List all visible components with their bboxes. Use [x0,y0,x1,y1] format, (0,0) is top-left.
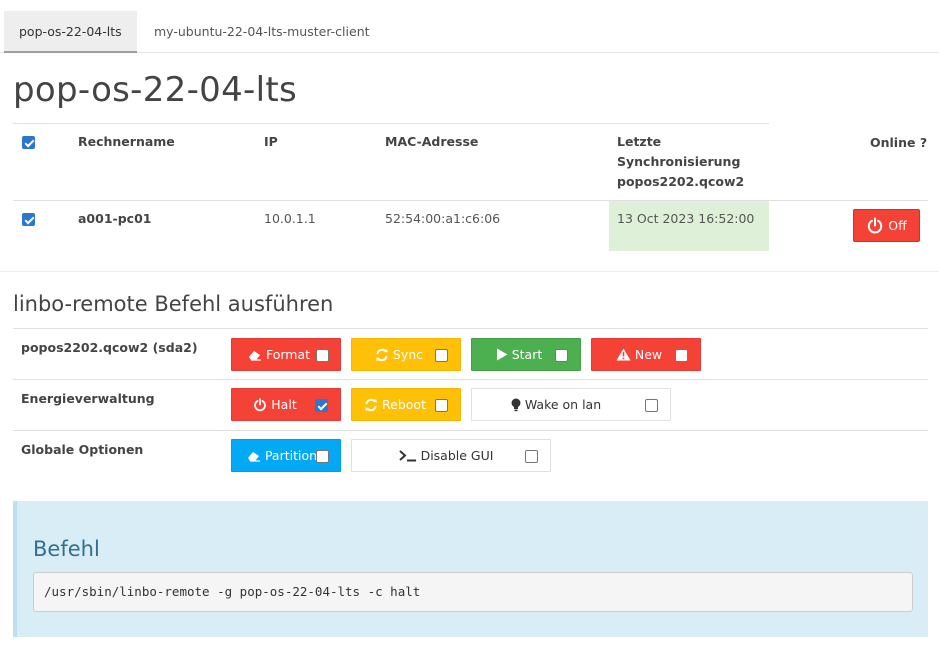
col-header-name: Rechnername [78,134,175,149]
col-header-sync-line3: popos2202.qcow2 [617,174,745,189]
disable-gui-button[interactable]: Disable GUI [351,439,551,472]
wake-on-lan-button[interactable]: Wake on lan [471,388,671,421]
halt-label: Halt [271,397,297,412]
disable-gui-checkbox[interactable] [525,450,538,463]
halt-button[interactable]: Halt [231,388,341,421]
tab-pop-os-22-04-lts[interactable]: pop-os-22-04-lts [4,11,137,53]
reboot-checkbox[interactable] [435,399,448,412]
start-label: Start [511,347,543,362]
command-panel [13,501,928,637]
new-button[interactable]: New [591,338,701,371]
eraser-icon [247,450,261,462]
select-all-checkbox[interactable] [22,136,35,149]
page-title: pop-os-22-04-lts [13,70,298,110]
col-header-mac: MAC-Adresse [385,134,479,149]
online-status-button[interactable]: Off [853,209,920,242]
partition-checkbox[interactable] [316,450,329,463]
host-row-checkbox[interactable] [22,213,35,226]
format-label: Format [265,347,311,362]
refresh-icon [364,398,378,412]
tab-my-ubuntu-22-04-lts-muster-client[interactable]: my-ubuntu-22-04-lts-muster-client [139,11,385,53]
group-tabs: pop-os-22-04-lts my-ubuntu-22-04-lts-mus… [0,0,939,53]
terminal-icon [398,449,417,462]
format-button[interactable]: Format [231,338,341,371]
reboot-label: Reboot [382,397,426,412]
row-divider [13,328,928,329]
col-header-ip: IP [264,134,278,149]
sync-checkbox[interactable] [435,349,448,362]
wake-on-lan-label: Wake on lan [524,397,602,412]
start-button[interactable]: Start [471,338,581,371]
host-ip: 10.0.1.1 [264,211,316,226]
col-header-sync-line1: Letzte [617,134,662,149]
power-icon [253,397,267,412]
col-header-online: Online ? [870,135,928,150]
sync-label: Sync [392,347,424,362]
start-checkbox[interactable] [555,349,568,362]
host-last-sync: 13 Oct 2023 16:52:00 [617,211,755,226]
row-divider [13,430,928,431]
power-icon [866,217,884,235]
warning-icon [616,348,631,361]
new-checkbox[interactable] [675,349,688,362]
command-panel-title: Befehl [33,537,100,561]
host-mac: 52:54:00:a1:c6:06 [385,211,501,226]
reboot-button[interactable]: Reboot [351,388,461,421]
row-label-global: Globale Optionen [21,442,144,457]
partition-label: Partition [264,448,318,463]
format-checkbox[interactable] [316,349,329,362]
disable-gui-label: Disable GUI [420,448,494,463]
section-title: linbo-remote Befehl ausführen [13,292,334,316]
row-label-power: Energieverwaltung [21,391,155,406]
sync-button[interactable]: Sync [351,338,461,371]
row-label-image: popos2202.qcow2 (sda2) [21,340,198,355]
col-header-sync-line2: Synchronisierung [617,154,741,169]
row-divider [13,379,928,380]
host-name: a001-pc01 [78,211,152,226]
table-bottom-border [0,271,939,272]
table-top-border [13,123,769,124]
lightbulb-icon [511,398,521,412]
wake-on-lan-checkbox[interactable] [645,399,658,412]
play-icon [496,348,508,361]
command-output[interactable]: /usr/sbin/linbo-remote -g pop-os-22-04-l… [33,572,913,612]
table-header-border [13,200,928,201]
partition-button[interactable]: Partition [231,439,341,472]
halt-checkbox[interactable] [315,399,328,412]
eraser-icon [248,349,262,361]
refresh-icon [375,348,389,362]
new-label: New [634,347,663,362]
online-status-label: Off [888,218,907,233]
